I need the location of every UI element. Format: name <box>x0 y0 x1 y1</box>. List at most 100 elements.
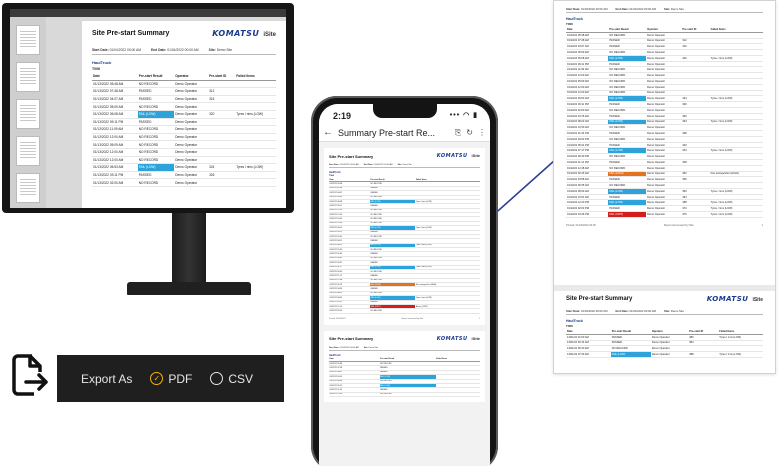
cell-id: 326 <box>208 171 236 180</box>
cell-result: NO RECORD <box>137 125 175 134</box>
cell-date: 01/13/2022 04:07 AM <box>92 95 138 104</box>
cell-result: NO RECORD <box>137 102 175 111</box>
group-title: T006 <box>92 67 100 71</box>
cell-id <box>208 178 236 187</box>
back-arrow-icon[interactable]: ← <box>323 127 333 138</box>
cell-failed <box>235 148 276 157</box>
phone-report-page: Site Pre-start Summary KOMATSU iSite Sta… <box>324 148 485 325</box>
cell-result: NO RECORD <box>379 392 436 398</box>
cell-date: 01/13/2022 06:53 AM <box>92 163 138 172</box>
cell-result: NO RECORD <box>369 308 416 314</box>
cell-result: NO RECORD <box>137 133 175 142</box>
table-row: 01/13/22 12:00 NO RECORD <box>329 392 480 398</box>
report-header: Site Pre-start Summary KOMATSU iSite <box>329 153 480 159</box>
cell-date: 01/13/2022 09:11 PM <box>92 118 138 127</box>
cell-result: NO RECORD <box>137 140 175 149</box>
status-time: 2:19 <box>333 111 352 121</box>
footer-generated: Report Generated by iSite <box>663 223 694 227</box>
export-label: Export As <box>81 371 133 386</box>
start-date: Start Date: 01/04/2022 00:00 AM <box>329 164 359 166</box>
table-row: 01/13/2022 05:09 AM NO RECORD Demo Operato… <box>92 140 276 149</box>
cell-result: PASSED <box>137 87 175 96</box>
report-title: Site Pre-start Summary <box>92 30 170 37</box>
footer-page-number: 1 <box>761 223 763 227</box>
section-title: HaulTruck <box>329 353 341 357</box>
cell-failed <box>235 140 276 149</box>
printed-report: Start Date: 01/04/2022 00:00 AM End Date… <box>553 0 776 374</box>
table-row: 01/13/2022 12:00 AM NO RECORD Demo Operato… <box>92 133 276 142</box>
more-menu-icon[interactable]: ⋮ <box>478 128 486 137</box>
share-icon[interactable]: ↻ <box>466 128 473 137</box>
page-thumbnail[interactable] <box>16 25 40 55</box>
pdf-viewer-toolbar <box>10 9 286 17</box>
site: Site: Demo Site <box>208 48 233 52</box>
prestart-table: Date Pre-start Result Operator Pre-start… <box>566 329 763 358</box>
site: Site: Demo Site <box>397 164 412 166</box>
footer-page-number: 1 <box>478 317 480 320</box>
cell-result: FAIL (CRIT) <box>608 211 647 218</box>
cell-operator: Demo Operator <box>174 140 209 149</box>
page-thumbnail[interactable] <box>16 99 40 129</box>
col-result: Pre-start Result <box>137 73 175 81</box>
cell-date: 01/13/2022 06:08 AM <box>92 110 138 119</box>
cell-date: 01/13/2022 07:48 AM <box>92 87 138 96</box>
brand-name: KOMATSU <box>436 153 468 159</box>
cell-id: 320 <box>208 110 236 119</box>
cell-operator: Demo Operator <box>174 102 209 111</box>
brand-product: iSite <box>471 153 480 158</box>
brand-product: iSite <box>263 32 276 38</box>
section-title: HaulTruck <box>329 171 341 174</box>
export-option-pdf[interactable]: PDF <box>150 372 192 386</box>
page-thumbnail[interactable] <box>16 136 40 166</box>
cell-date: 01/13/2022 05:09 AM <box>92 140 138 149</box>
cell-id <box>208 140 236 149</box>
cell-result: PASSED <box>137 171 175 180</box>
footer-generated: Report Generated by iSite <box>401 317 424 320</box>
cell-id <box>208 125 236 134</box>
page-thumbnail[interactable] <box>16 173 40 203</box>
cell-operator: Demo Operator <box>174 171 209 180</box>
cell-operator: Demo Operator <box>174 163 209 172</box>
brand-name: KOMATSU <box>212 29 260 38</box>
end-date: End Date: 01/04/2022 00:00 AM <box>150 48 199 52</box>
cell-operator: Demo Operator <box>174 95 209 104</box>
radio-check-icon[interactable] <box>150 372 164 385</box>
cell-result: FAIL (LOW) <box>137 163 175 172</box>
start-date: Start Date: 01/04/2022 00:00 AM <box>566 309 608 313</box>
printed-page-1: Start Date: 01/04/2022 00:00 AM End Date… <box>554 1 775 291</box>
cell-result: PASSED <box>137 95 175 104</box>
cell-id <box>208 148 236 157</box>
prestart-table: Date Pre-start Result Failed Items 01/13… <box>329 357 480 398</box>
pdf-thumbnail-sidebar[interactable] <box>10 17 46 208</box>
cell-date: 01/13/2022 03:11 PM <box>92 171 138 180</box>
site: Site: Demo Site <box>663 7 684 11</box>
cell-failed: Tyres / rims (LOW) <box>235 163 276 172</box>
radio-unchecked-icon[interactable] <box>210 372 224 385</box>
cell-operator: Demo Operator <box>174 178 209 187</box>
save-icon[interactable]: ⎘ <box>455 128 461 138</box>
monitor-screen: Site Pre-start Summary KOMATSU iSite Sta… <box>10 9 286 208</box>
report-title: Site Pre-start Summary <box>329 336 374 342</box>
cell-result: FAIL (LOW) <box>610 351 651 358</box>
table-header: Date Pre-start Result Operator Pre-start… <box>92 73 276 81</box>
cell-id <box>208 102 236 111</box>
report-meta: Start Date: 01/04/2022 00:00 AM End Date… <box>566 307 763 315</box>
cell-failed <box>415 308 480 314</box>
col-id: Pre-start ID <box>208 73 236 81</box>
page-thumbnail[interactable] <box>16 62 40 92</box>
cell-date: 01/13/22 04:46 PM <box>566 211 609 218</box>
phone-report-page-2: Site Pre-start Summary KOMATSU iSite Sta… <box>324 330 485 402</box>
app-bar-title: Summary Pre-start Re... <box>338 127 436 138</box>
cell-operator: Demo Operator <box>650 351 689 358</box>
cell-date: 01/13/2022 02:00 AM <box>92 178 138 187</box>
cell-date: 01/13/2022 12:00 AM <box>92 148 138 157</box>
col-date: Date <box>92 73 138 81</box>
report-meta: Start Date: 01/04/2022 00:00 AM End Date… <box>92 44 276 55</box>
cell-failed <box>235 95 276 104</box>
cell-id: 376 <box>681 211 710 218</box>
cell-operator: Demo Operator <box>174 110 209 119</box>
export-file-icon[interactable] <box>8 352 50 398</box>
export-option-csv[interactable]: CSV <box>210 372 253 386</box>
cell-id: 316 <box>208 95 236 104</box>
cell-failed <box>235 133 276 142</box>
